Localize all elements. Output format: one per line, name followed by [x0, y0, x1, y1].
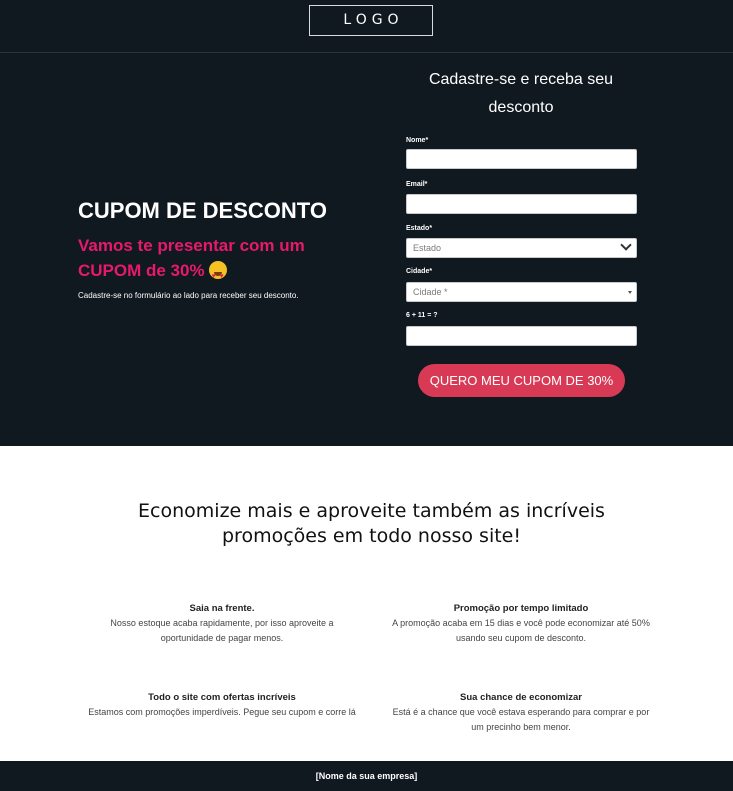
caret-down-icon — [628, 291, 632, 294]
promo-heading: Economize mais e aproveite também as inc… — [138, 500, 605, 547]
form-title: Cadastre-se e receba seu desconto — [428, 71, 614, 116]
submit-coupon-button[interactable]: QUERO MEU CUPOM DE 30% — [418, 364, 625, 397]
feature-item: Promoção por tempo limitado A promoção a… — [386, 601, 656, 646]
feature-item: Saia na frente. Nosso estoque acaba rapi… — [87, 601, 357, 646]
feature-text: Estamos com promoções imperdíveis. Pegue… — [88, 707, 356, 717]
feature-title: Saia na frente. — [189, 603, 255, 614]
city-select[interactable]: Cidade * — [406, 282, 637, 302]
email-label: Email* — [406, 181, 428, 188]
feature-title: Promoção por tempo limitado — [453, 603, 589, 614]
captcha-input[interactable] — [406, 326, 637, 346]
email-input[interactable] — [406, 194, 637, 214]
feature-title: Todo o site com ofertas incríveis — [148, 692, 296, 703]
city-select-placeholder: Cidade * — [413, 287, 448, 297]
hero-subtitle: Vamos te presentar com um CUPOM de 30% — [78, 233, 338, 289]
landing-page: LOGO CUPOM DE DESCONTO Vamos te presenta… — [0, 0, 733, 791]
footer-company: [Nome da sua empresa] — [315, 771, 418, 781]
feature-item: Todo o site com ofertas incríveis Estamo… — [87, 690, 357, 720]
state-label: Estado* — [406, 225, 433, 232]
feature-title: Sua chance de economizar — [460, 692, 582, 703]
city-label: Cidade* — [406, 268, 433, 275]
hero-note: Cadastre-se no formulário ao lado para r… — [78, 291, 299, 300]
top-bar: LOGO — [0, 0, 733, 53]
chevron-down-icon — [620, 239, 632, 251]
name-label: Nome* — [406, 137, 429, 144]
feature-text: A promoção acaba em 15 dias e você pode … — [392, 618, 650, 643]
feature-item: Sua chance de economizar Está é a chance… — [386, 690, 656, 735]
state-select[interactable]: Estado — [406, 238, 637, 258]
hero-title: CUPOM DE DESCONTO — [78, 198, 327, 223]
footer: [Nome da sua empresa] — [0, 761, 733, 791]
feature-text: Nosso estoque acaba rapidamente, por iss… — [110, 618, 334, 643]
hero-subtitle-text: Vamos te presentar com um CUPOM de 30% — [78, 236, 305, 280]
feature-text: Está é a chance que você estava esperand… — [392, 707, 650, 732]
hero-section: CUPOM DE DESCONTO Vamos te presentar com… — [0, 53, 733, 446]
captcha-label: 6 + 11 = ? — [406, 312, 438, 319]
state-select-value: Estado — [413, 243, 442, 253]
logo[interactable]: LOGO — [309, 5, 433, 36]
name-input[interactable] — [406, 149, 637, 169]
heart-eyes-emoji-icon — [208, 261, 227, 289]
